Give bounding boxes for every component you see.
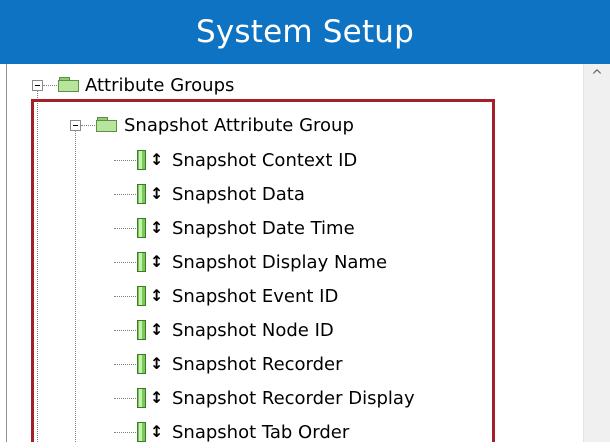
vertical-scrollbar[interactable]: ^ <box>583 64 610 442</box>
root-folder-icon <box>58 77 80 92</box>
tree-item-label: Attribute Groups <box>85 74 235 96</box>
tree-item-attribute-groups[interactable]: Attribute Groups <box>85 69 234 101</box>
collapse-root-icon[interactable] <box>32 80 43 91</box>
chevron-up-icon[interactable]: ^ <box>584 64 610 88</box>
highlight-box <box>31 99 495 442</box>
window-title: System Setup <box>195 14 415 50</box>
tree-connector <box>43 85 57 86</box>
system-setup-window: System Setup Attribute Groups Snapshot A… <box>0 0 610 443</box>
title-bar: System Setup <box>0 0 610 64</box>
